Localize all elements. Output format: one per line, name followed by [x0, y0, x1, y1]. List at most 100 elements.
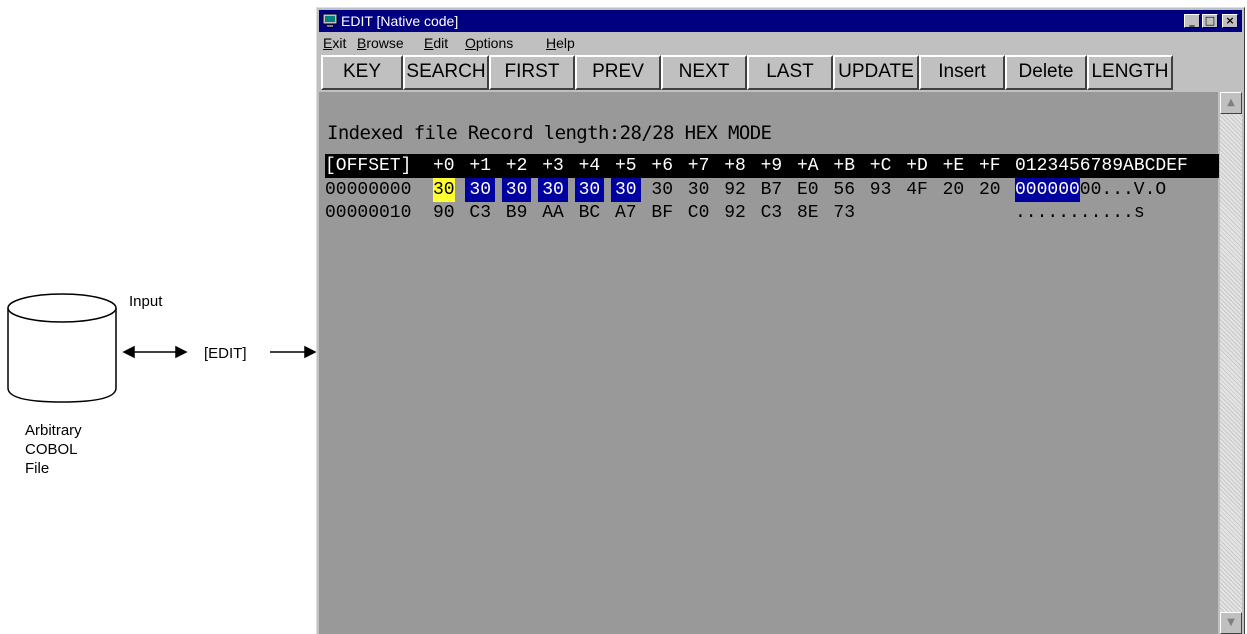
menu-exit[interactable]: Exit [323, 35, 346, 51]
menu-mnemonic: E [424, 35, 434, 51]
close-button[interactable]: × [1222, 14, 1238, 28]
key-button[interactable]: KEY [321, 55, 403, 90]
hex-byte-cell[interactable]: 20 [943, 178, 965, 202]
menu-help[interactable]: Help [546, 35, 575, 51]
hex-byte-cell[interactable]: 30 [574, 178, 605, 202]
hex-byte-cell[interactable]: 30 [465, 178, 495, 202]
hex-byte-cell[interactable]: 30 [611, 178, 641, 202]
hex-byte-cell[interactable]: 92 [724, 201, 746, 225]
last-button[interactable]: LAST [747, 55, 833, 90]
hex-byte-cell[interactable]: 30 [433, 178, 455, 202]
column-header: +B [833, 156, 855, 176]
menu-options[interactable]: Options [465, 35, 513, 51]
menu-label-rest: ptions [475, 35, 514, 51]
edit-label: [EDIT] [204, 345, 247, 362]
hex-byte-cell[interactable]: A7 [615, 201, 637, 225]
row-offset: 00000000 [325, 180, 412, 200]
column-header: +D [906, 156, 928, 176]
menu-browse[interactable]: Browse [357, 35, 404, 51]
hex-byte-cell[interactable]: B9 [506, 201, 528, 225]
column-header: +1 [469, 156, 491, 176]
length-button[interactable]: LENGTH [1087, 55, 1173, 90]
cobol-file-cylinder-icon [7, 293, 117, 403]
delete-button[interactable]: Delete [1005, 55, 1087, 90]
ascii-text[interactable]: 00...V.O [1080, 178, 1166, 202]
hex-byte-cell[interactable]: BF [651, 201, 673, 225]
menu-mnemonic: B [357, 35, 367, 51]
hex-byte-cell[interactable]: 93 [870, 178, 892, 202]
menu-mnemonic: E [323, 35, 333, 51]
hex-byte-cell[interactable]: 4F [906, 178, 928, 202]
ascii-header: 0123456789ABCDEF [1015, 156, 1188, 176]
hex-byte-cell[interactable]: 30 [651, 178, 673, 202]
offset-header: [OFFSET] [325, 156, 412, 176]
arrow-right-icon [270, 345, 317, 359]
scroll-up-arrow-icon[interactable]: ▲ [1220, 92, 1242, 114]
hex-byte-cell[interactable]: 92 [724, 178, 746, 202]
hex-byte-cell[interactable]: 30 [501, 178, 532, 202]
update-button[interactable]: UPDATE [833, 55, 919, 90]
column-header: +4 [578, 156, 601, 176]
hex-byte-cell[interactable]: AA [542, 201, 564, 225]
hex-editor-area[interactable]: Indexed file Record length:28/28 HEX MOD… [319, 92, 1219, 634]
hex-byte-cell[interactable]: C3 [761, 201, 783, 225]
column-header: +E [942, 156, 965, 176]
column-header: +3 [542, 156, 564, 176]
scroll-down-arrow-icon[interactable]: ▼ [1220, 612, 1242, 634]
row-offset: 00000010 [325, 203, 412, 223]
menu-edit[interactable]: Edit [424, 35, 448, 51]
menu-label-rest: xit [332, 35, 347, 51]
hex-byte-cell[interactable]: 90 [433, 201, 455, 225]
hex-data-row[interactable]: 00000010 90 C3 B9 AA BC A7 BF C0 92 C3 8E 73........… [325, 201, 1219, 225]
column-header: +2 [505, 156, 528, 176]
maximize-button[interactable]: □ [1202, 14, 1218, 28]
hex-data-row[interactable]: 00000000 30 30 30 30 30 30 30 30 92 B7 E0 56 93 4F 20 20… [325, 178, 1219, 202]
hex-byte-cell[interactable]: B7 [761, 178, 783, 202]
ascii-text[interactable]: ...........s [1015, 201, 1145, 225]
hex-byte-cell[interactable]: 20 [979, 178, 1001, 202]
menu-label-rest: rowse [366, 35, 404, 51]
menu-label-rest: dit [433, 35, 449, 51]
hex-header-row: [OFFSET] +0 +1 +2 +3 +4 +5 +6 +7 +8 +9 +A +B +C +D +E +F… [325, 154, 1219, 178]
window-title: EDIT [Native code] [341, 13, 459, 29]
ascii-selected-text[interactable]: 000000 [1015, 178, 1080, 202]
title-bar[interactable]: EDIT [Native code] _ □ × [319, 10, 1242, 32]
file-caption-line: File [25, 460, 50, 477]
record-status: Indexed file Record length:28/28 HEX MOD… [327, 122, 772, 144]
column-header: +7 [687, 156, 710, 176]
first-button[interactable]: FIRST [489, 55, 575, 90]
hex-byte-cell[interactable]: E0 [797, 178, 819, 202]
input-label: Input [129, 293, 163, 310]
column-header: +8 [724, 156, 746, 176]
minimize-button[interactable]: _ [1184, 14, 1200, 28]
search-button[interactable]: SEARCH [403, 55, 489, 90]
menu-label-rest: elp [556, 35, 575, 51]
edit-window: EDIT [Native code] _ □ × Exit Browse Edi… [316, 7, 1245, 634]
next-button[interactable]: NEXT [661, 55, 747, 90]
menu-bar: Exit Browse Edit Options Help [319, 33, 1242, 53]
menu-mnemonic: H [546, 35, 557, 51]
hex-byte-cell[interactable]: C3 [469, 201, 491, 225]
file-flow-diagram [7, 293, 317, 403]
hex-byte-cell[interactable]: 30 [688, 178, 710, 202]
hex-byte-cell[interactable]: 56 [833, 178, 855, 202]
bidirectional-arrow-icon [122, 345, 188, 359]
column-header: +A [797, 156, 819, 176]
hex-byte-cell[interactable]: C0 [688, 201, 710, 225]
hex-byte-cell[interactable]: 8E [797, 201, 819, 225]
column-header: +C [869, 156, 892, 176]
vertical-scrollbar[interactable]: ▲ ▼ [1220, 92, 1242, 634]
file-caption-line: Arbitrary [25, 422, 82, 439]
insert-button[interactable]: Insert [919, 55, 1005, 90]
column-header: +F [979, 156, 1001, 176]
hex-byte-cell[interactable]: 30 [538, 178, 568, 202]
column-header: +5 [615, 156, 637, 176]
file-caption: Arbitrary COBOL File [25, 421, 82, 478]
column-header: +9 [760, 156, 783, 176]
file-caption-line: COBOL [25, 441, 78, 458]
hex-byte-cell[interactable]: 73 [833, 201, 855, 225]
hex-byte-cell[interactable]: BC [579, 201, 601, 225]
prev-button[interactable]: PREV [575, 55, 661, 90]
menu-mnemonic: O [465, 35, 476, 51]
app-monitor-icon [322, 13, 338, 28]
